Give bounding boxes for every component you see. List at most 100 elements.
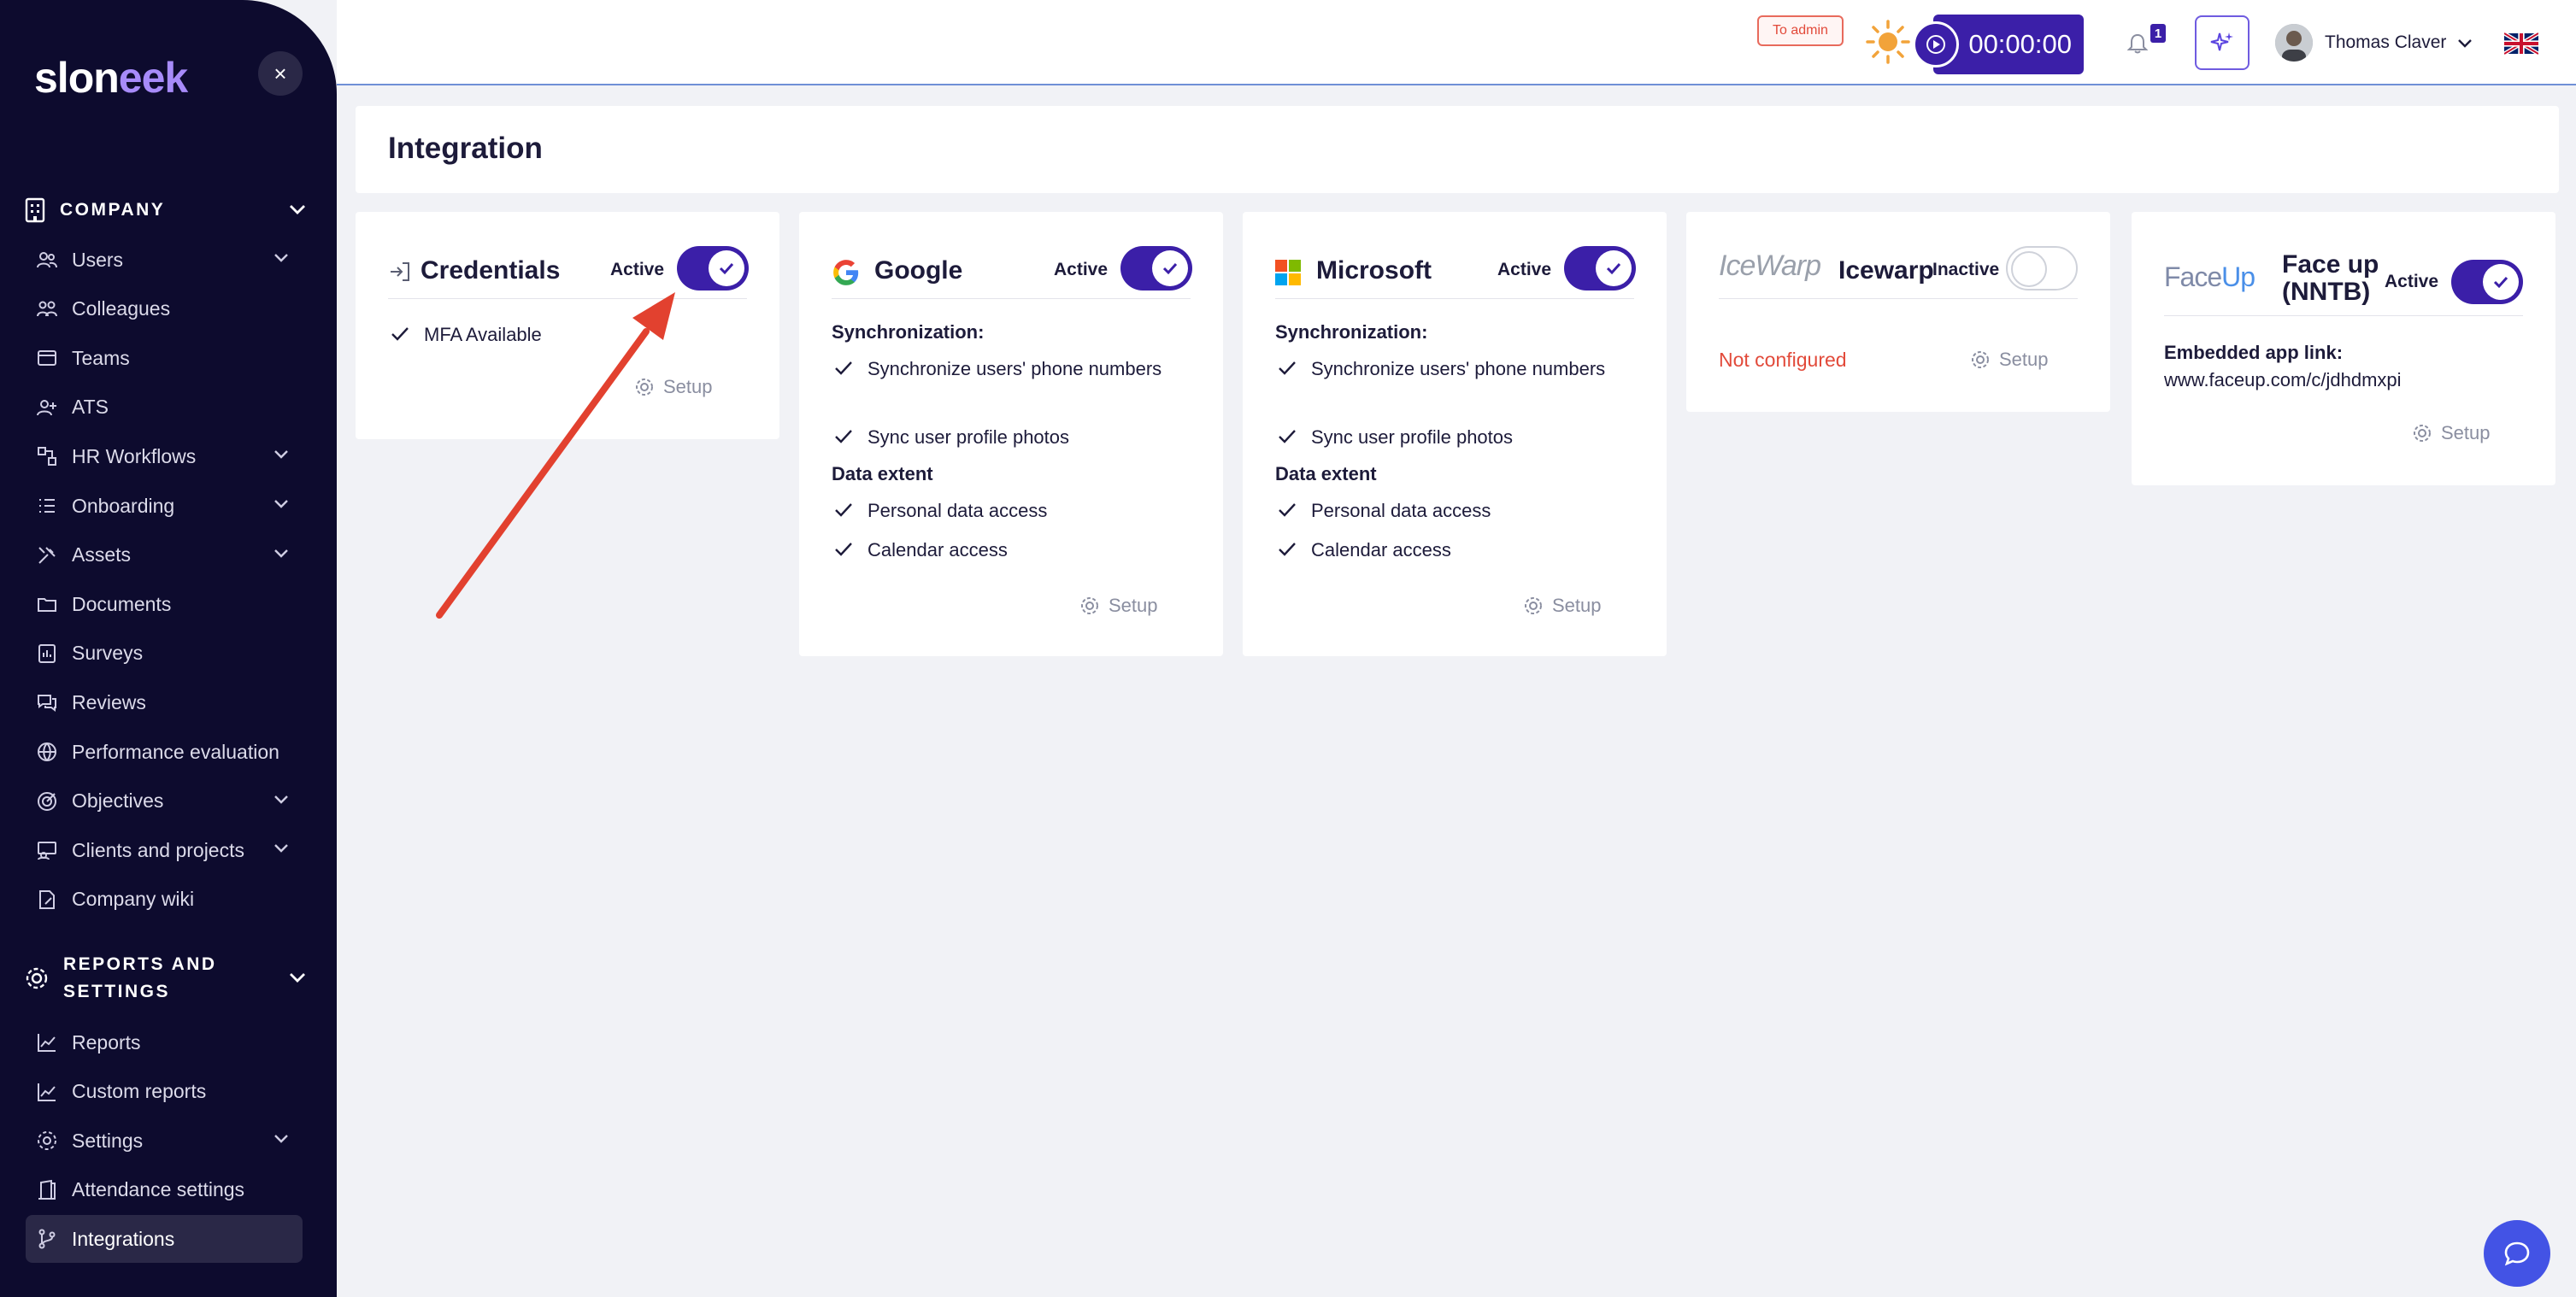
company-section-header[interactable]: COMPANY [24, 197, 306, 224]
icewarp-logo: IceWarp [1719, 249, 1821, 282]
sidebar-item-clients-and-projects[interactable]: Clients and projects [26, 826, 303, 874]
reports-settings-label: REPORTS AND SETTINGS [63, 951, 217, 1006]
sidebar-item-ats[interactable]: ATS [26, 384, 303, 431]
feature-row: Sync user profile photos [832, 424, 1069, 451]
reports-settings-label-line1: REPORTS AND [63, 954, 217, 974]
sidebar-item-documents[interactable]: Documents [26, 580, 303, 628]
gear-icon [26, 967, 48, 989]
ai-assistant-button[interactable] [2195, 15, 2250, 70]
setup-button[interactable]: Setup [634, 376, 713, 398]
setup-label: Setup [1552, 595, 1602, 616]
sidebar-item-objectives[interactable]: Objectives [26, 778, 303, 825]
icewarp-toggle[interactable] [2006, 246, 2078, 291]
sidebar-item-label: Reports [72, 1030, 141, 1053]
sidebar-item-teams[interactable]: Teams [26, 334, 303, 382]
faceup-toggle[interactable] [2451, 260, 2523, 304]
card-title: Credentials [421, 256, 561, 285]
sidebar-item-reviews[interactable]: Reviews [26, 678, 303, 726]
sidebar-item-label: Integrations [72, 1227, 175, 1250]
sidebar-item-users[interactable]: Users [26, 236, 303, 284]
toggle-knob [2011, 251, 2047, 287]
sparkles-icon [2210, 32, 2233, 51]
sidebar-item-colleagues[interactable]: Colleagues [26, 285, 303, 333]
start-timer-button[interactable] [1913, 21, 1959, 67]
sun-icon[interactable] [1865, 19, 1911, 65]
uk-flag-icon[interactable] [2504, 32, 2538, 55]
sidebar-item-performance-evaluation[interactable]: Performance evaluation [26, 728, 303, 776]
credentials-toggle[interactable] [677, 246, 749, 291]
sidebar-item-label: Objectives [72, 789, 164, 813]
sidebar-item-label: Colleagues [72, 297, 171, 320]
feature-row: Sync user profile photos [1275, 424, 1513, 451]
sidebar-item-settings[interactable]: Settings [26, 1117, 303, 1165]
sync-heading: Synchronization: [832, 321, 985, 343]
sidebar-item-company-wiki[interactable]: Company wiki [26, 876, 303, 924]
status-label: Active [2385, 272, 2439, 291]
users-icon [34, 247, 60, 273]
sidebar-item-attendance-settings[interactable]: Attendance settings [26, 1166, 303, 1214]
feature-text: Synchronize users' phone numbers [867, 358, 1162, 379]
sidebar-item-custom-reports[interactable]: Custom reports [26, 1068, 303, 1116]
globe-icon [34, 739, 60, 765]
setup-button[interactable]: Setup [1523, 595, 1602, 617]
check-icon [1606, 262, 1621, 275]
card-title-line1: Face up [2282, 250, 2379, 279]
sidebar-item-reports[interactable]: Reports [26, 1018, 303, 1066]
card-header: FaceUp Face up (NNTB) Active [2164, 231, 2523, 316]
chevron-down-icon [290, 973, 305, 983]
slonek-logo[interactable]: sloneek [34, 53, 188, 103]
timer-value: 00:00:00 [1968, 29, 2072, 59]
microsoft-card: Microsoft Active Synchronization: Synchr… [1243, 212, 1667, 656]
sidebar-item-hr-workflows[interactable]: HR Workflows [26, 432, 303, 480]
bell-icon[interactable] [2126, 32, 2149, 55]
feature-row: Personal data access [1275, 497, 1491, 525]
check-icon [835, 361, 852, 375]
card-header: Google Active [832, 231, 1192, 299]
chevron-down-icon[interactable] [2456, 38, 2473, 50]
setup-button[interactable]: Setup [2412, 422, 2491, 444]
close-sidebar-button[interactable]: × [258, 51, 303, 96]
check-icon [1279, 361, 1296, 375]
gear-icon [1525, 597, 1542, 614]
check-icon [2493, 276, 2508, 289]
sidebar-item-label: Attendance settings [72, 1178, 245, 1201]
setup-button[interactable]: Setup [1970, 349, 2049, 371]
sidebar-item-integrations[interactable]: Integrations [26, 1215, 303, 1264]
to-admin-button[interactable]: To admin [1757, 15, 1844, 46]
sidebar-item-surveys[interactable]: Surveys [26, 630, 303, 678]
sidebar-item-label: Assets [72, 543, 132, 566]
check-icon [719, 262, 734, 275]
sidebar-item-assets[interactable]: Assets [26, 531, 303, 579]
chat-support-button[interactable] [2484, 1220, 2550, 1287]
feature-text: Personal data access [1311, 500, 1491, 521]
embedded-link-value[interactable]: www.faceup.com/c/jdhdmxpi [2164, 369, 2402, 391]
card-header: IceWarp Icewarp Inactive [1719, 231, 2078, 299]
user-name[interactable]: Thomas Claver [2325, 32, 2446, 53]
page-header: Integration [356, 106, 2559, 193]
sidebar-item-onboarding[interactable]: Onboarding [26, 482, 303, 530]
faceup-logo: FaceUp [2164, 261, 2255, 293]
setup-button[interactable]: Setup [1079, 595, 1158, 617]
setup-label: Setup [1999, 349, 2049, 370]
microsoft-toggle[interactable] [1564, 246, 1636, 291]
folder-icon [34, 591, 60, 617]
feature-text: Sync user profile photos [867, 426, 1070, 448]
check-icon [1279, 503, 1296, 517]
play-icon [1926, 35, 1945, 54]
login-icon [391, 262, 409, 281]
door-icon [34, 1177, 60, 1203]
microsoft-logo-icon [1275, 260, 1301, 285]
reports-settings-section-header[interactable]: REPORTS AND SETTINGS [24, 948, 306, 1008]
google-toggle[interactable] [1120, 246, 1192, 291]
toggle-knob [1596, 250, 1632, 286]
user-avatar[interactable] [2275, 24, 2313, 62]
faceup-card: FaceUp Face up (NNTB) Active Embedded app… [2132, 212, 2555, 485]
check-icon [391, 327, 409, 341]
data-extent-heading: Data extent [832, 463, 933, 484]
setup-label: Setup [1109, 595, 1158, 616]
feature-row: Synchronize users' phone numbers [832, 355, 1173, 383]
setup-label: Setup [2441, 422, 2491, 443]
toggle-knob [1152, 250, 1188, 286]
reports-settings-label-line2: SETTINGS [63, 982, 171, 1001]
credentials-card: Credentials Active MFA Available Setup [356, 212, 779, 439]
